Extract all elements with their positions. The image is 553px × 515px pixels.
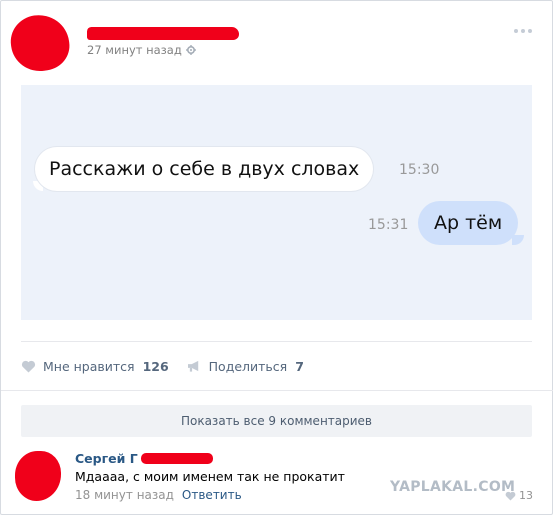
watermark: YAPLAKAL.COM xyxy=(390,479,516,495)
comment-like-button[interactable]: 13 xyxy=(505,489,533,502)
share-count: 7 xyxy=(295,358,304,374)
outgoing-bubble-tail xyxy=(512,235,524,245)
chat-screenshot: Расскажи о себе в двух словах 15:30 15:3… xyxy=(21,85,532,320)
comment-meta: 18 минут назад Ответить xyxy=(75,488,242,502)
incoming-message: Расскажи о себе в двух словах xyxy=(35,147,374,191)
show-all-comments-button[interactable]: Показать все 9 комментариев xyxy=(21,405,532,437)
like-label: Мне нравится xyxy=(43,358,135,374)
outgoing-message-time: 15:31 xyxy=(368,217,409,233)
comment-author-redacted xyxy=(140,453,213,464)
post-time[interactable]: 27 минут назад xyxy=(87,43,182,57)
like-count: 126 xyxy=(142,358,169,374)
divider xyxy=(1,390,553,391)
post-card: 27 минут назад Расскажи о себе в двух сл… xyxy=(0,0,553,515)
comment-author[interactable]: Сергей Г xyxy=(75,451,138,466)
comment-author-row: Сергей Г xyxy=(75,451,213,466)
like-button[interactable]: Мне нравится 126 xyxy=(21,359,169,374)
divider xyxy=(21,341,532,342)
comment-avatar-redacted[interactable] xyxy=(15,451,61,501)
author-avatar-redacted[interactable] xyxy=(7,11,73,75)
author-name-redacted[interactable] xyxy=(87,27,239,40)
comment-text: Мдаааа, с моим именем так не прокатит xyxy=(75,469,345,484)
incoming-message-time: 15:30 xyxy=(399,162,440,178)
heart-icon xyxy=(21,360,36,373)
more-dots-icon[interactable] xyxy=(514,29,532,33)
reply-link[interactable]: Ответить xyxy=(182,488,242,502)
comment-like-count: 13 xyxy=(519,489,533,502)
gear-icon xyxy=(185,45,196,55)
share-button[interactable]: Поделиться 7 xyxy=(187,359,304,374)
post-actions: Мне нравится 126 Поделиться 7 xyxy=(21,357,322,375)
share-label: Поделиться xyxy=(208,358,288,374)
heart-icon xyxy=(505,491,516,500)
megaphone-icon xyxy=(187,360,198,372)
comment-time[interactable]: 18 минут назад xyxy=(75,488,174,502)
outgoing-message: Ар тём xyxy=(418,201,519,245)
post-time-row: 27 минут назад xyxy=(87,43,196,57)
